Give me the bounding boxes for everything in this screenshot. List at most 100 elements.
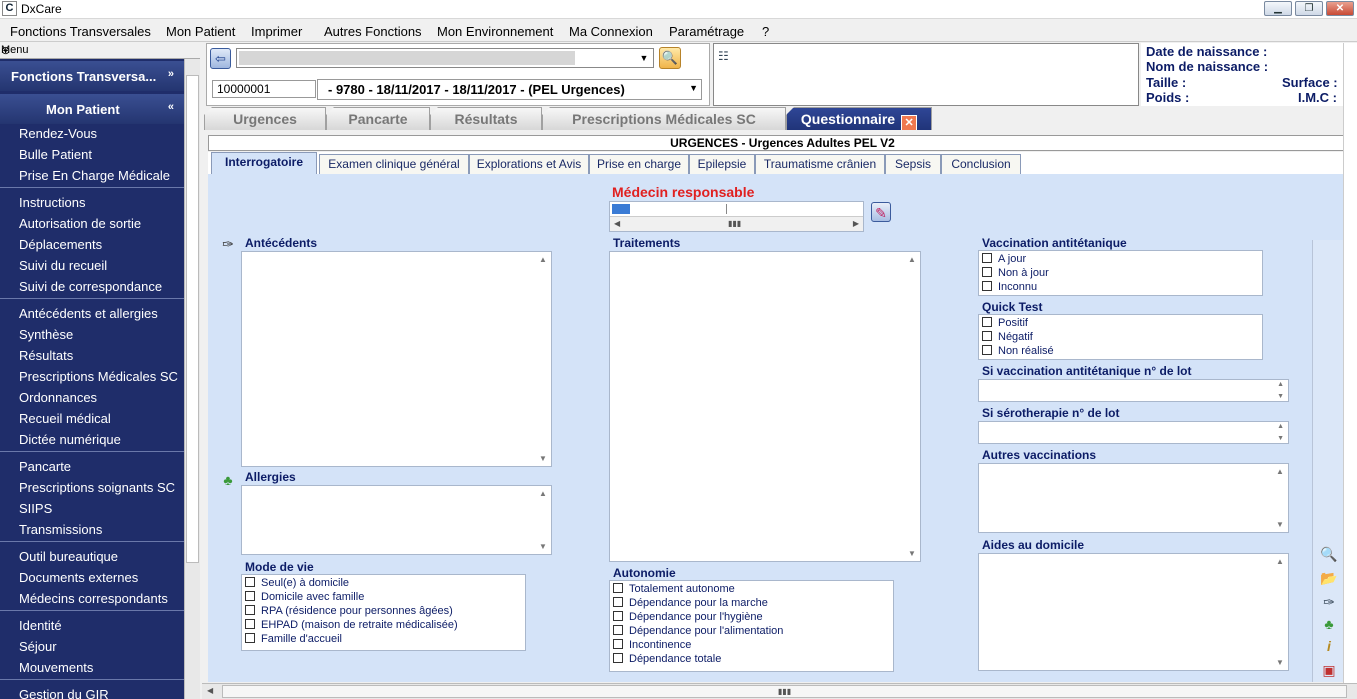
pill-icon[interactable]: ✑	[218, 234, 238, 254]
sidebar-item-autorisation-sortie[interactable]: Autorisation de sortie	[19, 216, 141, 231]
horizontal-scrollbar[interactable]: ◀ ▮▮▮ ▶	[610, 216, 863, 231]
sidebar-item-prescriptions-soignants[interactable]: Prescriptions soignants SC	[19, 480, 175, 495]
back-arrow-icon[interactable]: ⇦	[210, 48, 231, 69]
sidebar-group-fonctions-transversales[interactable]: Fonctions Transversa... »	[0, 61, 184, 91]
checkbox-negatif[interactable]: Négatif	[982, 331, 1033, 343]
aides-domicile-textarea[interactable]: ▲ ▼	[978, 553, 1289, 671]
close-button[interactable]: ✕	[1326, 1, 1354, 16]
sidebar-group-mon-patient[interactable]: Mon Patient «	[0, 94, 184, 124]
minimize-button[interactable]: ▁	[1264, 1, 1292, 16]
menu-mon-environnement[interactable]: Mon Environnement	[437, 24, 553, 39]
sidebar-item-identite[interactable]: Identité	[19, 618, 62, 633]
scrollbar[interactable]: ▲ ▼	[537, 486, 551, 554]
close-icon[interactable]: ✕	[901, 115, 918, 130]
checkbox-seul-domicile[interactable]: Seul(e) à domicile	[245, 577, 349, 589]
menu-mon-patient[interactable]: Mon Patient	[166, 24, 235, 39]
sidebar-item-prise-en-charge[interactable]: Prise En Charge Médicale	[19, 168, 170, 183]
sidebar-item-outil-bureautique[interactable]: Outil bureautique	[19, 549, 118, 564]
sidebar-item-bulle-patient[interactable]: Bulle Patient	[19, 147, 92, 162]
pin-icon[interactable]: ⊕	[1, 44, 194, 57]
scroll-left-icon[interactable]: ◀	[207, 686, 213, 695]
info-icon[interactable]: i	[1319, 636, 1339, 656]
checkbox-domicile-famille[interactable]: Domicile avec famille	[245, 591, 364, 603]
checkbox-non-realise[interactable]: Non réalisé	[982, 345, 1054, 357]
sidebar-item-prescriptions[interactable]: Prescriptions Médicales SC	[19, 369, 178, 384]
checkbox-non-a-jour[interactable]: Non à jour	[982, 267, 1049, 279]
sidebar-item-mouvements[interactable]: Mouvements	[19, 660, 93, 675]
document-list-icon[interactable]: ☷	[718, 49, 734, 65]
menu-help[interactable]: ?	[762, 24, 769, 39]
checkbox-rpa[interactable]: RPA (résidence pour personnes âgées)	[245, 605, 453, 617]
subtab-prise-en-charge[interactable]: Prise en charge	[589, 154, 689, 174]
subtab-explorations[interactable]: Explorations et Avis	[469, 154, 589, 174]
antecedents-textarea[interactable]: ▲ ▼	[241, 251, 552, 467]
pill-icon[interactable]: ✑	[1319, 592, 1339, 612]
subtab-sepsis[interactable]: Sepsis	[885, 154, 941, 174]
scrollbar[interactable]: ▲ ▼	[1274, 554, 1288, 670]
sidebar-item-resultats[interactable]: Résultats	[19, 348, 73, 363]
tab-prescriptions[interactable]: Prescriptions Médicales SC	[542, 107, 786, 130]
menu-autres-fonctions[interactable]: Autres Fonctions	[324, 24, 422, 39]
traitements-textarea[interactable]: ▲ ▼	[609, 251, 921, 562]
sidebar-item-ordonnances[interactable]: Ordonnances	[19, 390, 97, 405]
scroll-thumb[interactable]: ▮▮▮	[222, 685, 1347, 698]
checkbox-incontinence[interactable]: Incontinence	[613, 639, 691, 651]
sidebar-item-suivi-recueil[interactable]: Suivi du recueil	[19, 258, 107, 273]
checkbox-dependance-alimentation[interactable]: Dépendance pour l'alimentation	[613, 625, 783, 637]
sejour-select[interactable]: - 9780 - 18/11/2017 - 18/11/2017 - (PEL …	[317, 79, 702, 100]
scrollbar[interactable]: ▲ ▼	[906, 252, 920, 561]
scrollbar[interactable]: ▲ ▼	[537, 252, 551, 466]
main-horizontal-scrollbar[interactable]: ◀ ▮▮▮	[202, 683, 1357, 699]
checkbox-dependance-marche[interactable]: Dépendance pour la marche	[613, 597, 768, 609]
subtab-epilepsie[interactable]: Epilepsie	[689, 154, 755, 174]
subtab-examen-clinique[interactable]: Examen clinique général	[319, 154, 469, 174]
checkbox-positif[interactable]: Positif	[982, 317, 1028, 329]
sidebar-item-siips[interactable]: SIIPS	[19, 501, 52, 516]
menu-parametrage[interactable]: Paramétrage	[669, 24, 744, 39]
lot-sero-input[interactable]: ▲ ▼	[978, 421, 1289, 444]
scrollbar[interactable]: ▲ ▼	[1274, 464, 1288, 532]
tab-resultats[interactable]: Résultats	[430, 107, 542, 130]
sidebar-item-gestion-gir[interactable]: Gestion du GIR	[19, 687, 109, 699]
tree-icon[interactable]: ♣	[1319, 614, 1339, 634]
subtab-traumatisme[interactable]: Traumatisme crânien	[755, 154, 885, 174]
menu-fonctions-transversales[interactable]: Fonctions Transversales	[10, 24, 151, 39]
sidebar-item-documents-externes[interactable]: Documents externes	[19, 570, 138, 585]
tab-urgences[interactable]: Urgences	[204, 107, 326, 130]
print-icon[interactable]: ▣	[1319, 660, 1339, 680]
sidebar-item-medecins-correspondants[interactable]: Médecins correspondants	[19, 591, 168, 606]
sidebar-item-synthese[interactable]: Synthèse	[19, 327, 73, 342]
subtab-interrogatoire[interactable]: Interrogatoire	[211, 152, 317, 174]
autres-vaccinations-textarea[interactable]: ▲ ▼	[978, 463, 1289, 533]
sidebar-item-transmissions[interactable]: Transmissions	[19, 522, 102, 537]
sidebar-item-dictee[interactable]: Dictée numérique	[19, 432, 121, 447]
patient-select[interactable]: ▼	[236, 48, 654, 68]
subtab-conclusion[interactable]: Conclusion	[941, 154, 1021, 174]
scroll-thumb[interactable]	[186, 75, 199, 563]
tab-questionnaire[interactable]: Questionnaire ✕	[786, 107, 932, 130]
sidebar-item-suivi-correspondance[interactable]: Suivi de correspondance	[19, 279, 162, 294]
checkbox-totalement-autonome[interactable]: Totalement autonome	[613, 583, 735, 595]
lot-vaccin-input[interactable]: ▲ ▼	[978, 379, 1289, 402]
restore-button[interactable]: ❐	[1295, 1, 1323, 16]
sidebar-item-antecedents-allergies[interactable]: Antécédents et allergies	[19, 306, 158, 321]
tree-icon[interactable]: ♣	[218, 470, 238, 490]
checkbox-dependance-totale[interactable]: Dépendance totale	[613, 653, 721, 665]
sidebar-item-deplacements[interactable]: Déplacements	[19, 237, 102, 252]
main-vertical-scrollbar[interactable]	[1343, 43, 1357, 683]
checkbox-ehpad[interactable]: EHPAD (maison de retraite médicalisée)	[245, 619, 458, 631]
sidebar-item-instructions[interactable]: Instructions	[19, 195, 85, 210]
ipp-input[interactable]: 10000001	[212, 80, 316, 98]
checkbox-dependance-hygiene[interactable]: Dépendance pour l'hygiène	[613, 611, 763, 623]
folder-open-icon[interactable]: 📂	[1319, 568, 1339, 588]
medecin-responsable-field[interactable]: ◀ ▮▮▮ ▶	[609, 201, 864, 232]
sidebar-item-pancarte[interactable]: Pancarte	[19, 459, 71, 474]
sidebar-item-rendez-vous[interactable]: Rendez-Vous	[19, 126, 97, 141]
sidebar-scrollbar[interactable]	[184, 59, 200, 699]
checkbox-a-jour[interactable]: A jour	[982, 253, 1026, 265]
tab-pancarte[interactable]: Pancarte	[326, 107, 430, 130]
search-icon[interactable]: 🔍	[659, 47, 681, 69]
allergies-textarea[interactable]: ▲ ▼	[241, 485, 552, 555]
checkbox-famille-accueil[interactable]: Famille d'accueil	[245, 633, 342, 645]
sidebar-item-sejour[interactable]: Séjour	[19, 639, 57, 654]
